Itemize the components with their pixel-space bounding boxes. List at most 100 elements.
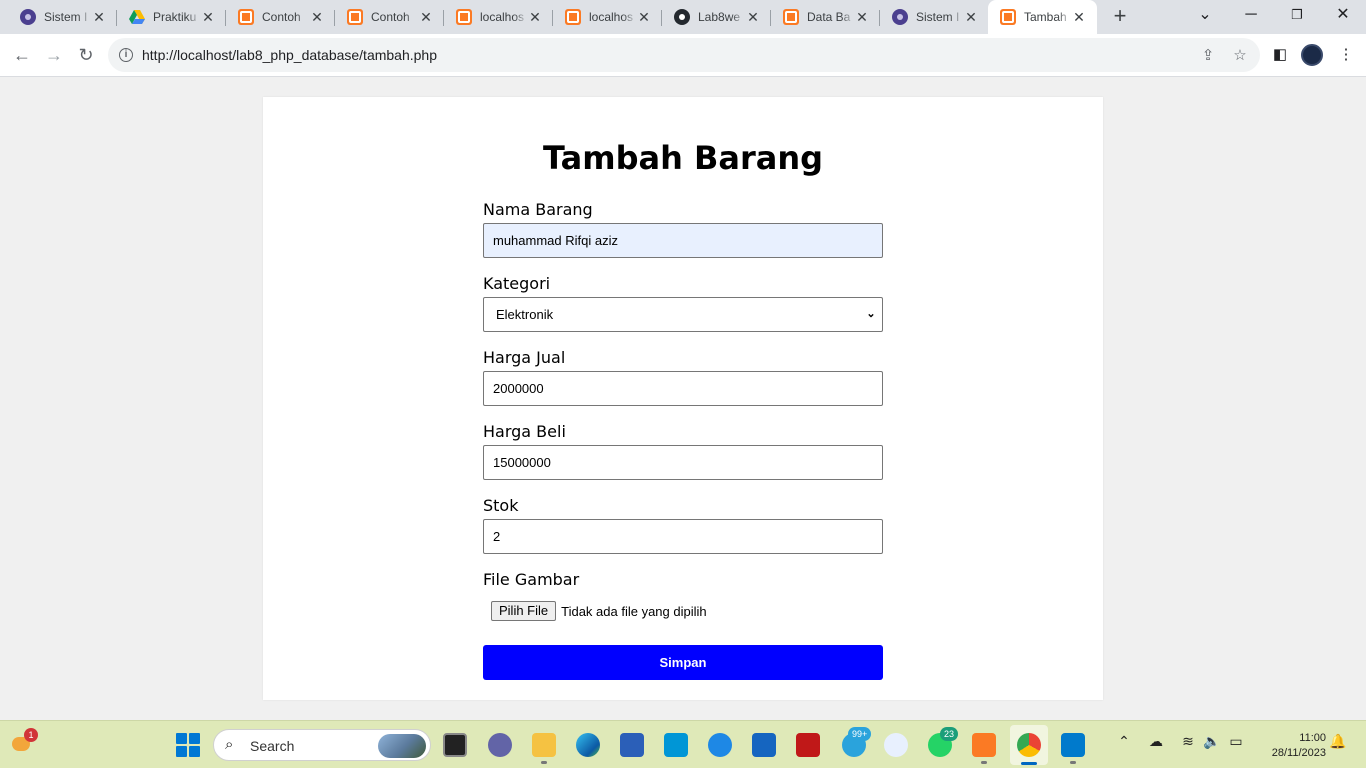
- nama-barang-input[interactable]: muhammad Rifqi aziz: [483, 223, 883, 258]
- harga-jual-input[interactable]: 2000000: [483, 371, 883, 406]
- bookmark-star-icon[interactable]: ☆: [1231, 47, 1249, 65]
- browser-tab[interactable]: Praktiku ✕: [117, 0, 226, 34]
- browser-tab-active[interactable]: Tambah ✕: [988, 0, 1097, 34]
- notification-bell-icon[interactable]: 🔔: [1328, 733, 1348, 750]
- vscode-icon[interactable]: [1061, 733, 1085, 757]
- myhp-icon[interactable]: [664, 733, 688, 757]
- share-icon[interactable]: ⇪: [1199, 47, 1217, 65]
- running-indicator: [541, 761, 547, 764]
- nama-barang-label: Nama Barang: [483, 200, 593, 219]
- github-favicon-icon: [674, 9, 690, 25]
- profile-avatar[interactable]: [1301, 44, 1323, 66]
- back-arrow-icon[interactable]: ←: [10, 43, 34, 67]
- tab-search-chevron-icon[interactable]: ⌄: [1182, 0, 1228, 34]
- xampp-icon[interactable]: [972, 733, 996, 757]
- close-icon[interactable]: ✕: [200, 9, 216, 25]
- whatsapp-badge: 23: [940, 727, 959, 741]
- stok-input[interactable]: 2: [483, 519, 883, 554]
- xampp-favicon-icon: [456, 9, 472, 25]
- harga-jual-value: 2000000: [493, 381, 544, 396]
- mcafee-icon[interactable]: [796, 733, 820, 757]
- new-tab-button[interactable]: +: [1108, 5, 1132, 29]
- google-drive-favicon-icon: [129, 9, 145, 25]
- xampp-favicon-icon: [783, 9, 799, 25]
- get-help-icon[interactable]: [708, 733, 732, 757]
- translator-icon[interactable]: [884, 733, 908, 757]
- simpan-button[interactable]: Simpan: [483, 645, 883, 680]
- minimize-button[interactable]: ─: [1228, 0, 1274, 34]
- close-icon[interactable]: ✕: [527, 9, 543, 25]
- clock-date: 28/11/2023: [1271, 747, 1326, 759]
- harga-beli-label: Harga Beli: [483, 422, 566, 441]
- running-indicator: [1070, 761, 1076, 764]
- site-info-icon[interactable]: i: [119, 48, 133, 62]
- browser-tab[interactable]: Contoh ✕: [226, 0, 335, 34]
- system-clock[interactable]: 11:00 28/11/2023: [1258, 731, 1326, 761]
- tab-title: Sistem I: [44, 10, 88, 24]
- nama-barang-value: muhammad Rifqi aziz: [493, 233, 618, 248]
- address-bar[interactable]: i http://localhost/lab8_php_database/tam…: [108, 38, 1260, 72]
- file-status-text: Tidak ada file yang dipilih: [561, 603, 707, 619]
- side-panel-icon[interactable]: ◧: [1270, 45, 1290, 65]
- taskbar-search[interactable]: ⌕ Search: [213, 729, 431, 761]
- search-icon: ⌕: [225, 736, 234, 753]
- choose-file-button[interactable]: Pilih File: [491, 601, 557, 621]
- tab-title: Contoh: [262, 10, 301, 24]
- page-viewport: Tambah Barang Nama Barang muhammad Rifqi…: [0, 77, 1366, 720]
- window-close-button[interactable]: ✕: [1320, 0, 1366, 34]
- edge-browser-icon[interactable]: [576, 733, 600, 757]
- search-placeholder: Search: [250, 738, 295, 754]
- wifi-icon[interactable]: ≋: [1178, 733, 1198, 750]
- windows-taskbar: 1 ⌕ Search 99+ 23 ⌃ ☁ ≋ 🔈 ▭ 11:00 28/11/…: [0, 720, 1366, 768]
- telegram-icon[interactable]: 99+: [842, 727, 872, 757]
- sistem-favicon-icon: [20, 9, 36, 25]
- stok-value: 2: [493, 529, 501, 544]
- address-url[interactable]: http://localhost/lab8_php_database/tamba…: [142, 47, 437, 63]
- browser-tab[interactable]: Data Ba ✕: [771, 0, 880, 34]
- microsoft-store-icon[interactable]: [620, 733, 644, 757]
- onedrive-cloud-icon[interactable]: ☁: [1146, 733, 1166, 750]
- browser-tab[interactable]: localhos ✕: [553, 0, 662, 34]
- file-explorer-icon[interactable]: [532, 733, 556, 757]
- chrome-icon[interactable]: [1017, 733, 1041, 757]
- weather-widget[interactable]: 1: [10, 728, 38, 757]
- kategori-select[interactable]: Elektronik ⌄: [483, 297, 883, 332]
- stok-label: Stok: [483, 496, 519, 515]
- whatsapp-icon[interactable]: 23: [928, 727, 959, 757]
- browser-tab[interactable]: Lab8we ✕: [662, 0, 771, 34]
- notepad-icon[interactable]: [752, 733, 776, 757]
- close-icon[interactable]: ✕: [1071, 9, 1087, 25]
- menu-kebab-icon[interactable]: ⋮: [1336, 45, 1356, 65]
- battery-icon[interactable]: ▭: [1226, 733, 1246, 750]
- form-card: Tambah Barang Nama Barang muhammad Rifqi…: [263, 97, 1103, 700]
- close-icon[interactable]: ✕: [854, 9, 870, 25]
- browser-toolbar: ← → ↻ i http://localhost/lab8_php_databa…: [0, 34, 1366, 77]
- reload-icon[interactable]: ↻: [74, 43, 98, 67]
- harga-jual-label: Harga Jual: [483, 348, 566, 367]
- teams-chat-icon[interactable]: [488, 733, 512, 757]
- harga-beli-value: 15000000: [493, 455, 551, 470]
- browser-tab[interactable]: Sistem I ✕: [880, 0, 989, 34]
- browser-tab[interactable]: Sistem I ✕: [8, 0, 117, 34]
- forward-arrow-icon[interactable]: →: [42, 43, 66, 67]
- volume-icon[interactable]: 🔈: [1202, 733, 1222, 750]
- browser-tab[interactable]: Contoh ✕: [335, 0, 444, 34]
- restore-button[interactable]: ❐: [1274, 0, 1320, 34]
- browser-tab[interactable]: localhos ✕: [444, 0, 553, 34]
- close-icon[interactable]: ✕: [418, 9, 434, 25]
- close-icon[interactable]: ✕: [636, 9, 652, 25]
- close-icon[interactable]: ✕: [963, 9, 979, 25]
- kategori-value: Elektronik: [496, 307, 554, 322]
- running-indicator: [981, 761, 987, 764]
- task-view-icon[interactable]: [443, 733, 467, 757]
- close-icon[interactable]: ✕: [745, 9, 761, 25]
- tab-title: Contoh: [371, 10, 410, 24]
- close-icon[interactable]: ✕: [309, 9, 325, 25]
- start-button[interactable]: [176, 733, 200, 757]
- windows-logo-tile: [189, 733, 200, 744]
- clock-time: 11:00: [1299, 732, 1326, 744]
- tab-title: Tambah: [1024, 10, 1067, 24]
- chevron-up-icon[interactable]: ⌃: [1116, 733, 1132, 750]
- harga-beli-input[interactable]: 15000000: [483, 445, 883, 480]
- close-icon[interactable]: ✕: [91, 9, 107, 25]
